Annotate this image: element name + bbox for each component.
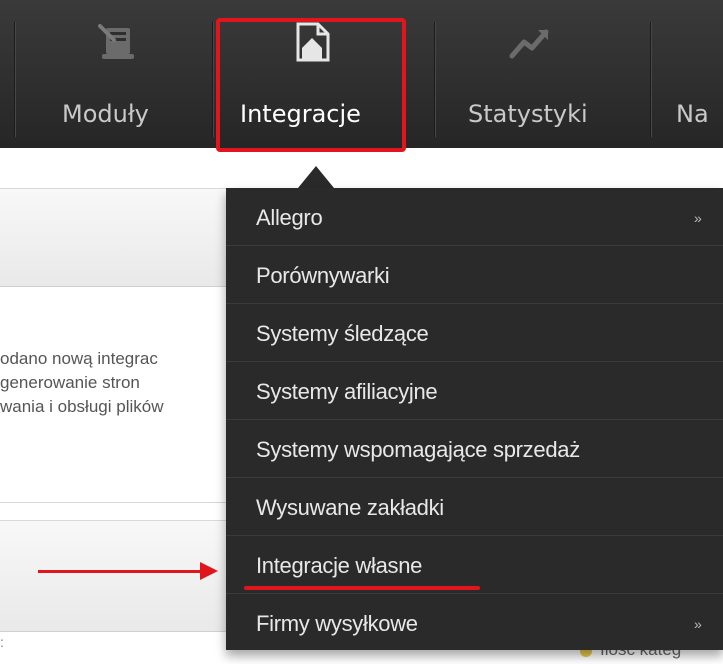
annotation-arrow-icon — [200, 562, 218, 580]
menu-item-label: Allegro — [256, 205, 323, 230]
menu-item-label: Wysuwane zakładki — [256, 495, 444, 520]
menu-item-label: Porównywarki — [256, 263, 390, 288]
notice-line: generowanie stron — [0, 373, 140, 392]
nav-separator — [212, 22, 213, 137]
nav-item-truncated[interactable]: Na — [668, 0, 723, 148]
integracje-dropdown-menu: Allegro » Porównywarki Systemy śledzące … — [226, 188, 723, 650]
menu-item-label: Firmy wysyłkowe — [256, 611, 418, 636]
nav-label-statystyki: Statystyki — [468, 100, 588, 128]
nav-item-moduly[interactable]: Moduły — [30, 0, 210, 148]
submenu-arrow-icon: » — [694, 616, 702, 632]
background-panel-header — [0, 520, 260, 632]
submenu-arrow-icon: » — [694, 210, 702, 226]
menu-item-label: Systemy wspomagające sprzedaż — [256, 437, 580, 462]
dropdown-caret — [298, 166, 334, 188]
menu-item-systemy-afiliacyjne[interactable]: Systemy afiliacyjne — [226, 362, 723, 420]
background-panel-header — [0, 188, 260, 287]
nav-item-statystyki[interactable]: Statystyki — [440, 0, 630, 148]
notice-line: wania i obsługi plików — [0, 397, 164, 416]
background-glyph: : — [0, 634, 4, 650]
menu-item-wysuwane-zakladki[interactable]: Wysuwane zakładki — [226, 478, 723, 536]
trend-up-icon — [509, 29, 549, 59]
modules-icon — [98, 24, 134, 59]
nav-label-truncated: Na — [676, 100, 709, 128]
menu-item-label: Integracje własne — [256, 553, 423, 578]
menu-item-allegro[interactable]: Allegro » — [226, 188, 723, 246]
menu-item-systemy-wspomagajace-sprzedaz[interactable]: Systemy wspomagające sprzedaż — [226, 420, 723, 478]
menu-item-firmy-wysylkowe[interactable]: Firmy wysyłkowe » — [226, 594, 723, 652]
background-notice: odano nową integrac generowanie stron wa… — [0, 347, 260, 419]
nav-separator — [14, 22, 15, 137]
nav-separator — [650, 22, 651, 137]
nav-separator — [434, 22, 435, 137]
nav-label-moduly: Moduły — [62, 100, 149, 128]
background-divider — [0, 502, 240, 503]
annotation-underline — [244, 586, 480, 590]
annotation-arrow-shaft — [38, 570, 206, 573]
menu-item-label: Systemy afiliacyjne — [256, 379, 438, 404]
menu-item-label: Systemy śledzące — [256, 321, 429, 346]
notice-line: odano nową integrac — [0, 349, 158, 368]
active-nav-highlight — [216, 18, 406, 152]
menu-item-systemy-sledzace[interactable]: Systemy śledzące — [226, 304, 723, 362]
menu-item-porownywarki[interactable]: Porównywarki — [226, 246, 723, 304]
